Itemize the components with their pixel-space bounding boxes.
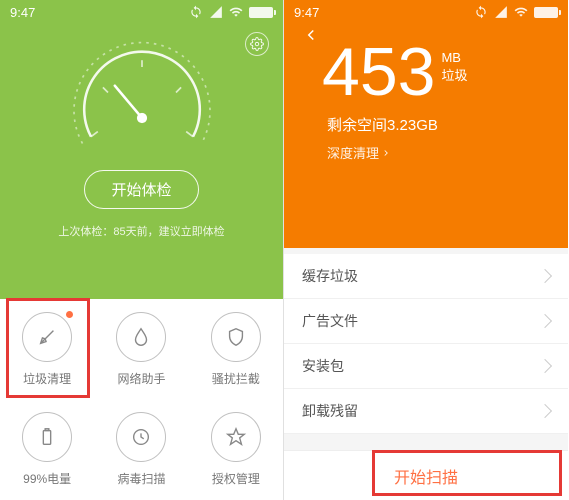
security-app-screen: 9:47 开始体检 上次体检：85天前，建议立即体检 <box>0 0 284 500</box>
last-check-text: 上次体检：85天前，建议立即体检 <box>58 223 224 239</box>
grid-label: 99%电量 <box>23 470 71 487</box>
free-space-text: 剩余空间3.23GB <box>327 114 550 135</box>
hero-panel: 9:47 453 MB 垃圾 剩余空间3.23GB 深度清理 <box>284 0 568 248</box>
start-check-button[interactable]: 开始体检 <box>84 170 198 209</box>
signal-icon <box>209 5 223 19</box>
chevron-right-icon <box>538 404 552 418</box>
grid-label: 病毒扫描 <box>117 470 165 487</box>
list-item-residual[interactable]: 卸载残留 <box>284 389 568 434</box>
broom-icon <box>36 326 58 348</box>
drop-icon <box>130 326 152 348</box>
trash-size: 453 MB 垃圾 <box>322 38 550 106</box>
grid-label: 授权管理 <box>212 470 260 487</box>
chevron-right-icon <box>381 148 391 158</box>
status-time: 9:47 <box>294 5 319 20</box>
grid-label: 网络助手 <box>117 370 165 387</box>
grid-item-network[interactable]: 网络助手 <box>94 299 188 400</box>
start-scan-button[interactable]: 开始扫描 <box>394 464 458 488</box>
deep-clean-label: 深度清理 <box>327 143 379 162</box>
sync-icon <box>474 5 488 19</box>
star-icon <box>225 426 247 448</box>
list-label: 缓存垃圾 <box>302 266 358 286</box>
battery-icon <box>249 7 273 18</box>
grid-item-trash-clean[interactable]: 垃圾清理 <box>0 299 94 400</box>
list-item-cache[interactable]: 缓存垃圾 <box>284 254 568 299</box>
list-item-apk[interactable]: 安装包 <box>284 344 568 389</box>
grid-item-battery[interactable]: 99%电量 <box>0 400 94 500</box>
trash-unit-sub: 垃圾 <box>441 65 467 84</box>
chevron-right-icon <box>538 359 552 373</box>
signal-icon <box>494 5 508 19</box>
grid-label: 骚扰拦截 <box>212 370 260 387</box>
scan-bar: 开始扫描 <box>284 450 568 500</box>
sync-icon <box>189 5 203 19</box>
status-icons <box>189 5 273 19</box>
trash-unit: MB <box>441 50 467 65</box>
grid-label: 垃圾清理 <box>23 370 71 387</box>
battery-icon <box>36 426 58 448</box>
grid-item-block[interactable]: 骚扰拦截 <box>189 299 283 400</box>
gear-icon <box>250 37 264 51</box>
deep-clean-link[interactable]: 深度清理 <box>327 143 550 162</box>
chevron-left-icon <box>302 26 320 44</box>
category-list: 缓存垃圾 广告文件 安装包 卸载残留 开始扫描 <box>284 248 568 500</box>
wifi-icon <box>514 5 528 19</box>
trash-number: 453 <box>322 38 435 106</box>
status-bar: 9:47 <box>0 0 283 24</box>
chevron-right-icon <box>538 314 552 328</box>
gauge-meter <box>57 36 227 166</box>
settings-button[interactable] <box>245 32 269 56</box>
scan-icon <box>130 426 152 448</box>
hero-panel: 开始体检 上次体检：85天前，建议立即体检 <box>0 24 283 299</box>
shield-icon <box>225 326 247 348</box>
grid-item-permission[interactable]: 授权管理 <box>189 400 283 500</box>
grid-item-virus[interactable]: 病毒扫描 <box>94 400 188 500</box>
status-time: 9:47 <box>10 5 35 20</box>
feature-grid: 垃圾清理 网络助手 骚扰拦截 99%电量 病毒扫描 授权管理 <box>0 299 283 500</box>
list-item-ads[interactable]: 广告文件 <box>284 299 568 344</box>
wifi-icon <box>229 5 243 19</box>
battery-icon <box>534 7 558 18</box>
chevron-right-icon <box>538 269 552 283</box>
status-bar: 9:47 <box>284 0 568 24</box>
status-icons <box>474 5 558 19</box>
trash-clean-screen: 9:47 453 MB 垃圾 剩余空间3.23GB 深度清理 缓存垃圾 <box>284 0 568 500</box>
list-label: 卸载残留 <box>302 401 358 421</box>
list-label: 广告文件 <box>302 311 358 331</box>
badge-dot <box>66 311 73 318</box>
list-label: 安装包 <box>302 356 344 376</box>
